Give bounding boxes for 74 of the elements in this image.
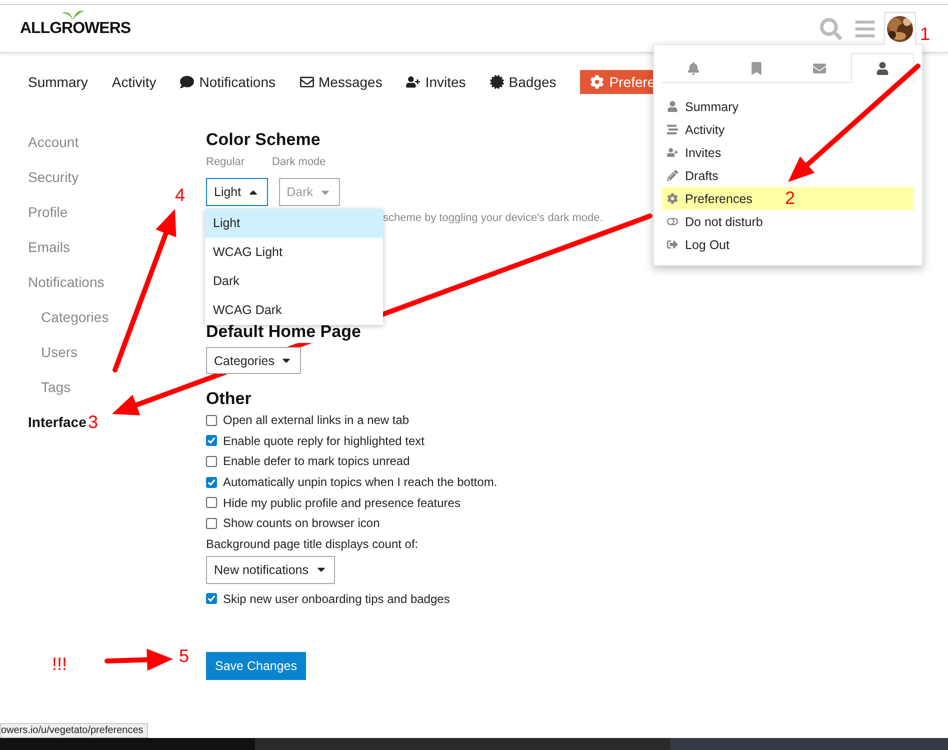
checkbox-label: Show counts on browser icon (223, 516, 380, 530)
speech-bubble-icon (180, 75, 194, 89)
count-select[interactable]: New notifications (206, 556, 335, 584)
checkbox[interactable] (206, 518, 217, 529)
sidebar-item[interactable]: Users (41, 335, 78, 370)
menu-tab[interactable] (851, 53, 914, 83)
checkbox[interactable] (206, 456, 217, 467)
menu-item[interactable]: Activity (662, 118, 914, 141)
annotation-number: 1 (920, 24, 930, 44)
annotation-number: 4 (175, 185, 186, 205)
sign-out-icon (667, 239, 678, 250)
field-label: Regular (206, 155, 246, 170)
dropdown-option[interactable]: Light (205, 209, 383, 238)
annotation-arrow (104, 648, 173, 671)
toggle-icon (667, 216, 678, 227)
checkbox[interactable] (206, 497, 217, 508)
checkbox[interactable] (206, 414, 217, 426)
pencil-icon (667, 170, 678, 181)
home-page-select[interactable]: Categories (206, 347, 301, 374)
checkbox[interactable] (206, 476, 217, 488)
annotation-number: 3 (88, 412, 98, 432)
checkbox[interactable] (206, 435, 217, 446)
add-user-icon (406, 75, 420, 89)
nav-tab[interactable]: Messages (300, 74, 382, 90)
sidebar-item[interactable]: Account (28, 125, 79, 160)
hint-text: scheme by toggling your device's dark mode. (383, 211, 603, 226)
annotation-number: 5 (179, 646, 190, 666)
checkbox-label: Open all external links in a new tab (223, 413, 410, 428)
bell-icon (687, 62, 700, 74)
gear-icon (667, 193, 678, 204)
badge-icon (490, 75, 504, 89)
sidebar-item[interactable]: Emails (28, 230, 70, 265)
add-user-icon (667, 147, 678, 158)
checkbox-label: Enable defer to mark topics unread (223, 454, 410, 468)
status-url: owers.io/u/vegetato/preferences (0, 723, 148, 738)
envelope-icon (300, 75, 314, 89)
menu-item[interactable]: Invites (662, 141, 914, 164)
save-button[interactable]: Save Changes (206, 652, 306, 680)
menu-item[interactable]: Do not disturb (662, 210, 914, 233)
checkbox[interactable] (206, 593, 217, 604)
checkbox-label: Skip new user onboarding tips and badges (223, 592, 450, 606)
sidebar-item[interactable]: Categories (41, 300, 109, 335)
sidebar-item[interactable]: Security (28, 160, 79, 195)
field-label: Dark mode (272, 155, 327, 170)
sidebar-item[interactable]: Interface (28, 405, 86, 440)
user-icon (667, 101, 678, 112)
scheme-select[interactable]: Light (206, 178, 268, 206)
dropdown-option[interactable]: WCAG Dark (205, 296, 383, 325)
menu-item[interactable]: Log Out (662, 233, 914, 256)
annotation-number: !!! (52, 654, 68, 674)
checkbox-label: Automatically unpin topics when I reach the bottom. (223, 475, 498, 490)
nav-tab[interactable]: Badges (490, 74, 556, 90)
menu-item[interactable]: Drafts (662, 164, 914, 187)
checkbox-label: Hide my public profile and presence features (223, 496, 460, 510)
sidebar-item[interactable]: Notifications (28, 265, 104, 300)
bookmark-icon (750, 62, 763, 74)
checkbox-label: Enable quote reply for highlighted text (223, 434, 424, 448)
dropdown-option[interactable]: WCAG Light (205, 238, 383, 267)
sidebar-item[interactable]: Profile (28, 195, 68, 230)
leaf-icon (62, 10, 84, 20)
annotation-number: 2 (785, 188, 796, 208)
nav-tab[interactable]: Invites (406, 74, 466, 90)
sidebar-item[interactable]: Tags (41, 370, 71, 405)
gear-icon (590, 75, 604, 89)
dropdown-option[interactable]: Dark (205, 267, 383, 296)
logo-text: ALLGROWERS (20, 20, 131, 38)
list-icon (667, 124, 678, 135)
nav-tab[interactable]: Activity (112, 74, 156, 90)
nav-tab[interactable]: Summary (28, 74, 88, 90)
field-label: Background page title displays count of: (206, 536, 418, 553)
menu-item[interactable]: Summary (662, 95, 914, 118)
user-icon (876, 62, 889, 75)
nav-tab[interactable]: Notifications (180, 74, 276, 90)
envelope-icon (813, 62, 826, 74)
